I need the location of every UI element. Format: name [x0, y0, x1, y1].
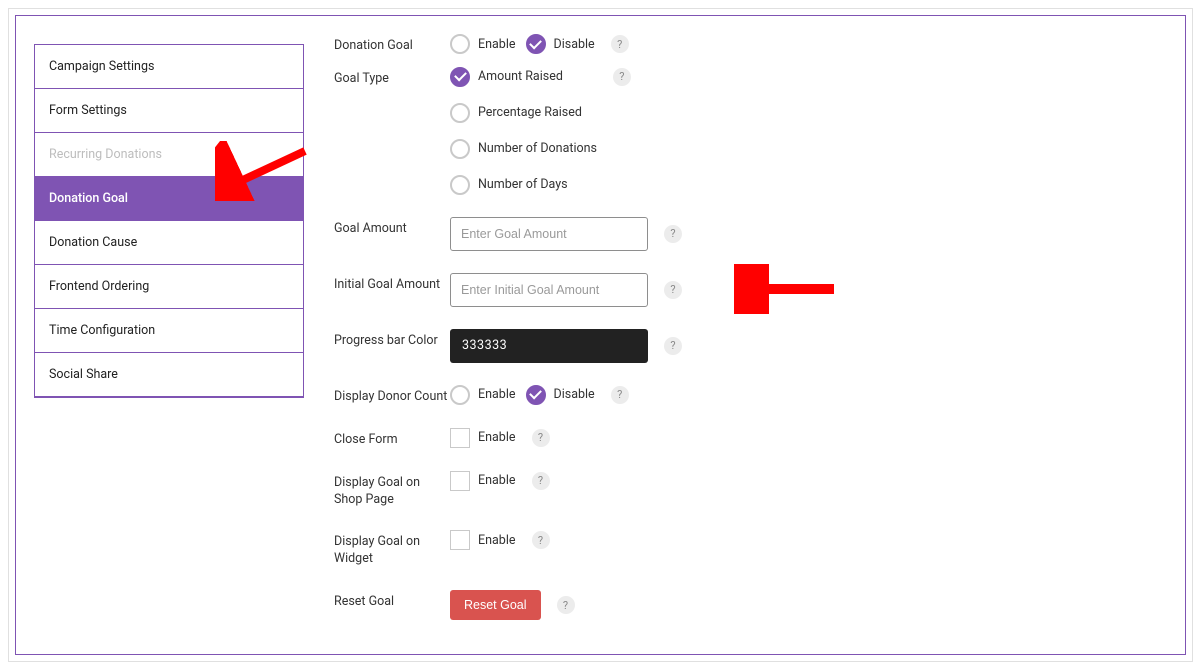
label-donor-count: Display Donor Count — [334, 385, 450, 406]
radio-goal-type-percent[interactable]: Percentage Raised — [450, 103, 631, 123]
settings-panel: Campaign Settings Form Settings Recurrin… — [15, 15, 1186, 655]
radio-label: Disable — [554, 387, 595, 402]
checkbox-icon — [450, 530, 470, 550]
label-goal-shop: Display Goal on Shop Page — [334, 471, 450, 509]
sidebar-item-frontend-ordering[interactable]: Frontend Ordering — [35, 265, 303, 309]
sidebar-item-donation-cause[interactable]: Donation Cause — [35, 221, 303, 265]
radio-icon — [450, 385, 470, 405]
checkbox-goal-shop[interactable]: Enable — [450, 471, 516, 491]
label-goal-type: Goal Type — [334, 67, 450, 88]
settings-sidebar: Campaign Settings Form Settings Recurrin… — [34, 44, 304, 398]
help-icon[interactable]: ? — [664, 337, 682, 355]
row-donor-count: Display Donor Count Enable Disable ? — [334, 385, 1167, 406]
help-icon[interactable]: ? — [611, 386, 629, 404]
form-area: Donation Goal Enable Disable ? Goal Type — [334, 34, 1167, 620]
radio-label: Number of Donations — [478, 141, 597, 156]
help-icon[interactable]: ? — [664, 281, 682, 299]
radio-goal-type-amount[interactable]: Amount Raised — [450, 67, 563, 87]
sidebar-item-recurring-donations: Recurring Donations — [35, 133, 303, 177]
radio-label: Number of Days — [478, 177, 568, 192]
sidebar-item-form-settings[interactable]: Form Settings — [35, 89, 303, 133]
help-icon[interactable]: ? — [613, 68, 631, 86]
help-icon[interactable]: ? — [532, 472, 550, 490]
label-goal-amount: Goal Amount — [334, 217, 450, 238]
radio-goal-type-donations[interactable]: Number of Donations — [450, 139, 631, 159]
help-icon[interactable]: ? — [532, 531, 550, 549]
row-goal-type: Goal Type Amount Raised ? Percentage Rai… — [334, 67, 1167, 195]
input-initial-goal-amount[interactable] — [450, 273, 648, 307]
radio-label: Enable — [478, 37, 516, 52]
checkbox-label: Enable — [478, 430, 516, 445]
radio-icon — [450, 34, 470, 54]
radio-label: Enable — [478, 387, 516, 402]
help-icon[interactable]: ? — [611, 35, 629, 53]
checkbox-label: Enable — [478, 473, 516, 488]
help-icon[interactable]: ? — [532, 429, 550, 447]
outer-frame: Campaign Settings Form Settings Recurrin… — [8, 8, 1193, 662]
sidebar-item-social-share[interactable]: Social Share — [35, 353, 303, 397]
input-goal-amount[interactable] — [450, 217, 648, 251]
reset-goal-button[interactable]: Reset Goal — [450, 590, 541, 620]
sidebar-item-donation-goal[interactable]: Donation Goal — [35, 177, 303, 221]
radio-donor-count-enable[interactable]: Enable — [450, 385, 516, 405]
radio-icon — [450, 175, 470, 195]
label-goal-widget: Display Goal on Widget — [334, 530, 450, 568]
radio-icon — [450, 139, 470, 159]
label-donation-goal: Donation Goal — [334, 34, 450, 55]
radio-icon — [526, 34, 546, 54]
label-reset-goal: Reset Goal — [334, 590, 450, 611]
row-donation-goal: Donation Goal Enable Disable ? — [334, 34, 1167, 55]
radio-icon — [450, 103, 470, 123]
label-initial-goal-amount: Initial Goal Amount — [334, 273, 450, 294]
radio-donor-count-disable[interactable]: Disable — [526, 385, 595, 405]
radio-label: Percentage Raised — [478, 105, 582, 120]
sidebar-item-time-configuration[interactable]: Time Configuration — [35, 309, 303, 353]
radio-donation-goal-enable[interactable]: Enable — [450, 34, 516, 54]
help-icon[interactable]: ? — [664, 225, 682, 243]
checkbox-goal-widget[interactable]: Enable — [450, 530, 516, 550]
help-icon[interactable]: ? — [557, 596, 575, 614]
radio-label: Disable — [554, 37, 595, 52]
radio-icon — [450, 67, 470, 87]
checkbox-icon — [450, 471, 470, 491]
row-close-form: Close Form Enable ? — [334, 428, 1167, 449]
sidebar-item-campaign-settings[interactable]: Campaign Settings — [35, 45, 303, 89]
row-reset-goal: Reset Goal Reset Goal ? — [334, 590, 1167, 620]
row-goal-shop: Display Goal on Shop Page Enable ? — [334, 471, 1167, 509]
radio-label: Amount Raised — [478, 69, 563, 84]
color-picker-progress[interactable]: 333333 — [450, 329, 648, 363]
label-close-form: Close Form — [334, 428, 450, 449]
checkbox-icon — [450, 428, 470, 448]
row-goal-amount: Goal Amount ? — [334, 217, 1167, 251]
row-goal-widget: Display Goal on Widget Enable ? — [334, 530, 1167, 568]
radio-goal-type-days[interactable]: Number of Days — [450, 175, 631, 195]
radio-donation-goal-disable[interactable]: Disable — [526, 34, 595, 54]
checkbox-close-form[interactable]: Enable — [450, 428, 516, 448]
row-progress-color: Progress bar Color 333333 ? — [334, 329, 1167, 363]
row-initial-goal-amount: Initial Goal Amount ? — [334, 273, 1167, 307]
checkbox-label: Enable — [478, 533, 516, 548]
radio-icon — [526, 385, 546, 405]
label-progress-color: Progress bar Color — [334, 329, 450, 350]
